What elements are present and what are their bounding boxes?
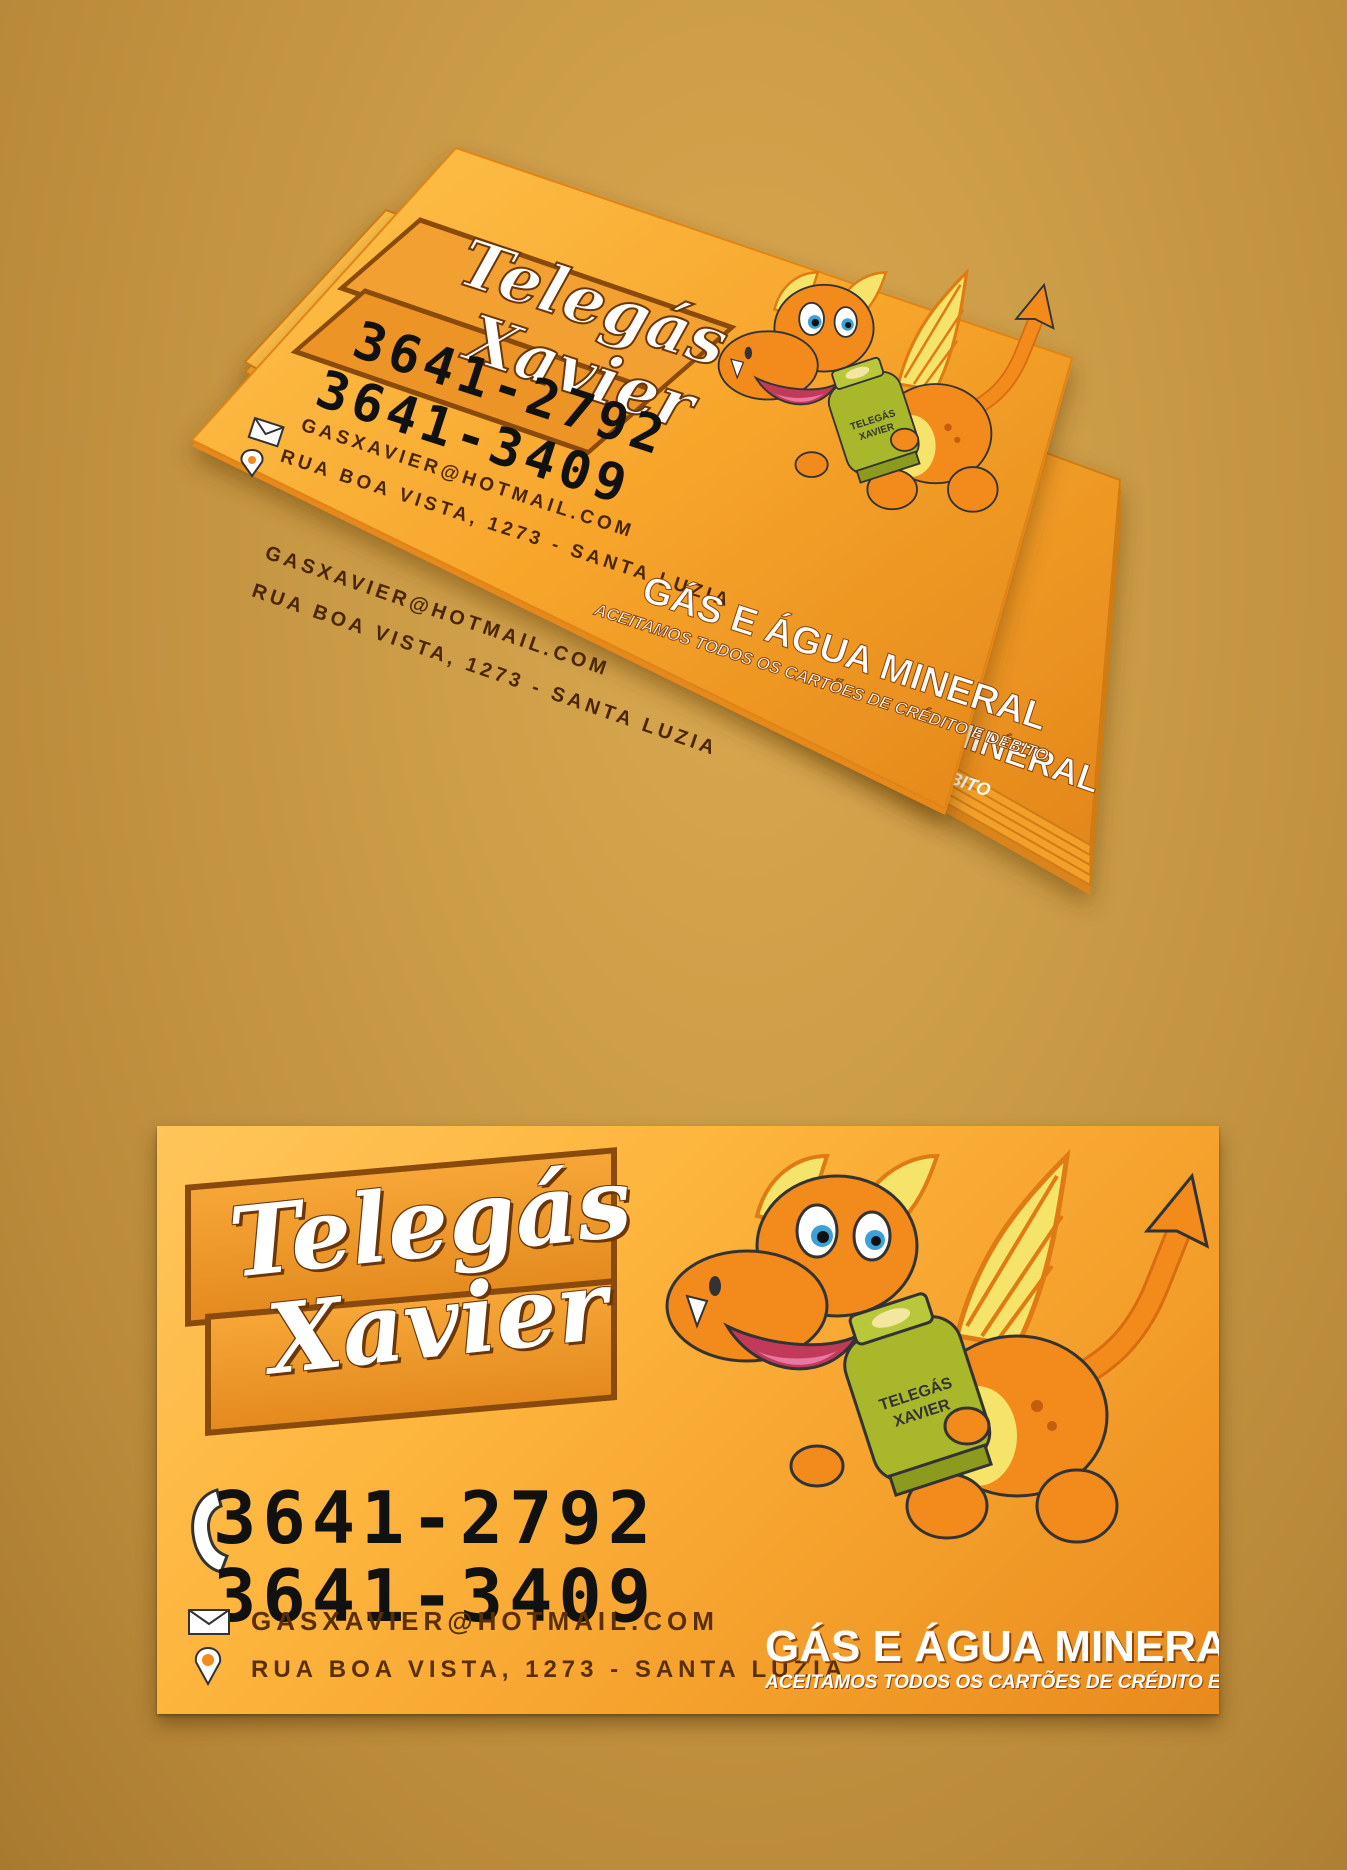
mail-icon bbox=[188, 1609, 230, 1635]
location-pin-icon bbox=[194, 1646, 222, 1686]
dragon-mascot-illustration: TELEGÁS XAVIER bbox=[637, 1136, 1219, 1566]
subline: ACEITAMOS TODOS OS CARTÕES DE CRÉDITO E … bbox=[765, 1672, 1219, 1693]
card-stack-mockup: GASXAVIER@HOTMAIL.COM RUA BOA VISTA, 127… bbox=[0, 0, 1347, 930]
business-card: Telegás Xavier 3641-2792 3641-3409 GASXA… bbox=[157, 1126, 1219, 1714]
address-text: RUA BOA VISTA, 1273 - SANTA LUZIA bbox=[251, 1656, 848, 1683]
card-stack-graphic: GASXAVIER@HOTMAIL.COM RUA BOA VISTA, 127… bbox=[190, 146, 1122, 895]
phone-number-1: 3641-2792 bbox=[213, 1476, 658, 1560]
headline: GÁS E ÁGUA MINERAL bbox=[765, 1622, 1219, 1671]
email-text: GASXAVIER@HOTMAIL.COM bbox=[251, 1606, 719, 1636]
